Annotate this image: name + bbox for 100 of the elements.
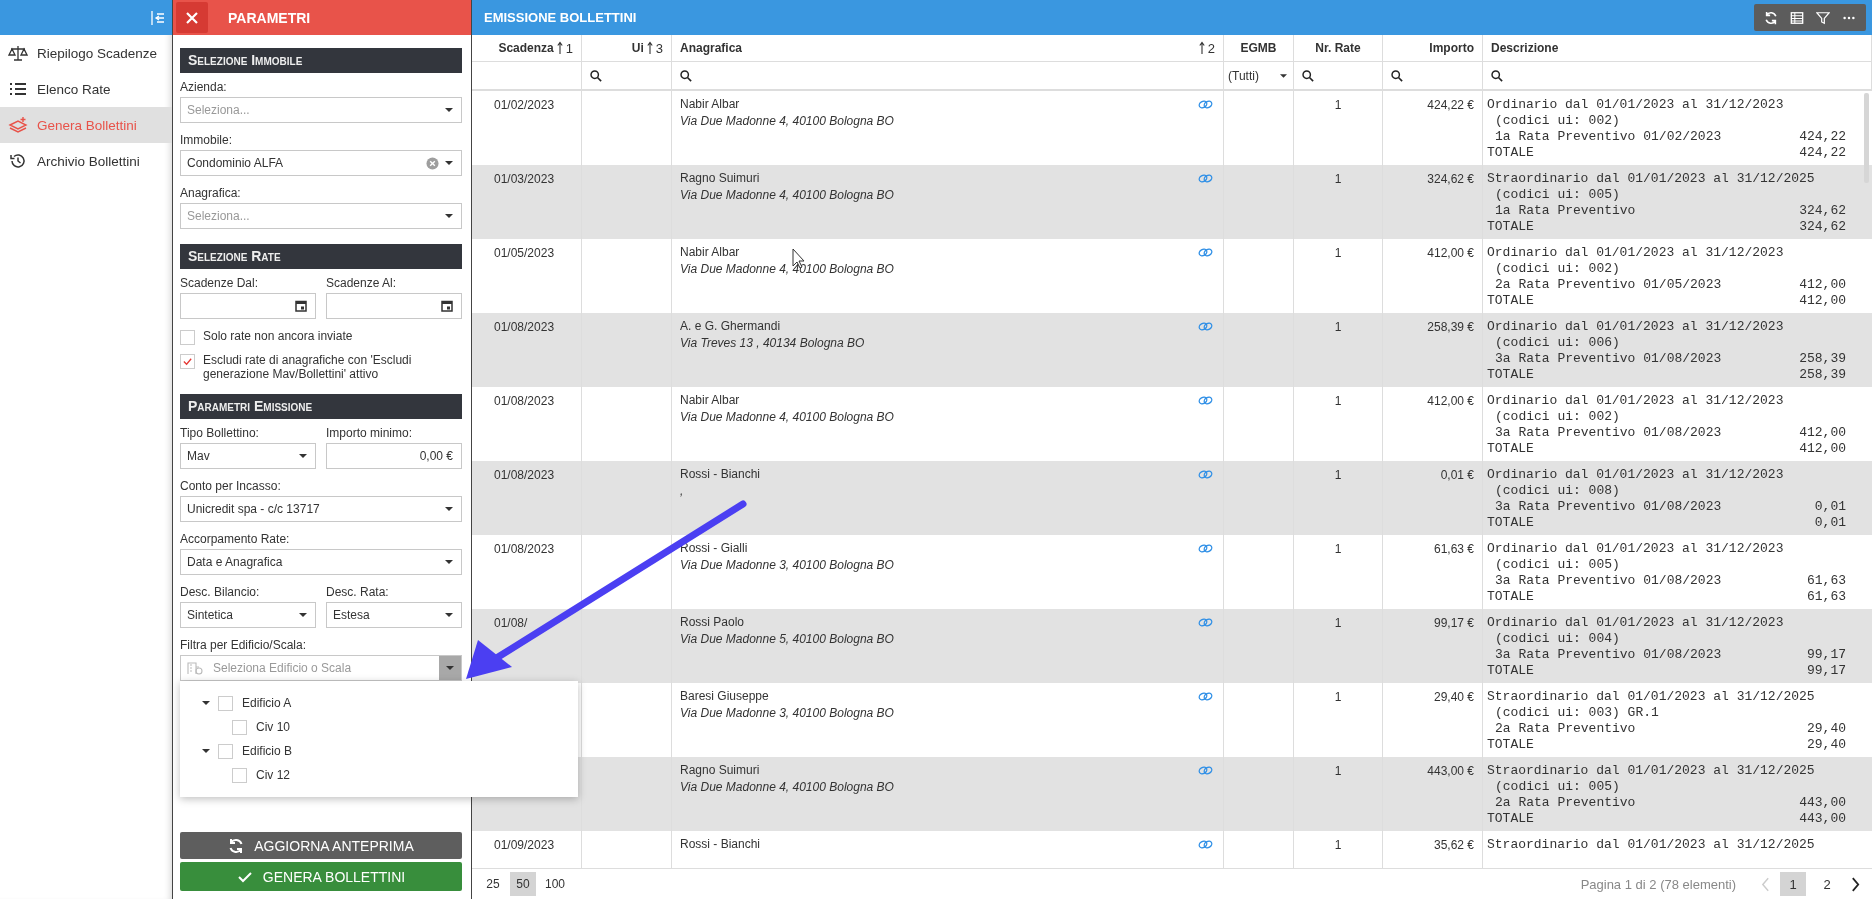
caret-icon[interactable] xyxy=(202,701,210,705)
date-field[interactable] xyxy=(180,293,316,319)
search-icon xyxy=(1491,69,1503,82)
link-icon[interactable] xyxy=(1198,543,1213,554)
link-icon[interactable] xyxy=(1198,247,1213,258)
link-icon[interactable] xyxy=(1198,839,1213,850)
table-cell: 35,62 € xyxy=(1433,838,1474,852)
description-line: 3a Rata Preventivo 01/08/2023 xyxy=(1494,499,1722,515)
column-title[interactable]: EGMB xyxy=(1240,41,1277,55)
field-label: Conto per Incasso: xyxy=(180,479,282,493)
select-field[interactable]: Estesa xyxy=(326,602,462,628)
description-line: (codici ui: 005) xyxy=(1494,187,1620,203)
checkbox[interactable] xyxy=(218,695,233,711)
caret-icon xyxy=(445,108,453,112)
page-button[interactable]: 2 xyxy=(1814,872,1840,896)
checkbox[interactable] xyxy=(180,354,195,369)
panel-title: PARAMETRI xyxy=(228,9,311,26)
refresh-button[interactable]: AGGIORNA ANTEPRIMA xyxy=(180,832,462,859)
column-title[interactable]: Descrizione xyxy=(1491,41,1559,55)
checkbox[interactable] xyxy=(218,743,233,759)
table-icon xyxy=(1790,10,1804,25)
link-icon[interactable] xyxy=(1198,321,1213,332)
select-field[interactable]: Condominio ALFA xyxy=(180,150,462,176)
calendar-icon[interactable] xyxy=(441,300,453,312)
description-line: Ordinario dal 01/01/2023 al 31/12/2023 xyxy=(1487,615,1784,631)
select-field[interactable]: Data e Anagrafica xyxy=(180,549,462,575)
description-line: 2a Rata Preventivo 01/05/2023 xyxy=(1494,277,1722,293)
column-title[interactable]: Scadenza xyxy=(498,41,554,55)
table-cell: 01/05/2023 xyxy=(494,246,555,260)
column-title[interactable]: Ui xyxy=(631,41,644,55)
description-line: TOTALE xyxy=(1487,737,1534,753)
contact-name: Rossi - Bianchi xyxy=(680,466,761,483)
checkbox[interactable] xyxy=(232,767,247,783)
table-row[interactable]: 01/08/ Rossi Paolo Via Due Madonne 5, 40100 Bologna BO 1 99,17 € Ordinario dal 01/01/2023 al 31/12/2023 (codici ui: 004) 3a Rata Preventivo 01/08/2023 99,17 TOTALE 99,17 xyxy=(472,609,1872,683)
collapse-icon[interactable] xyxy=(150,9,166,26)
refresh-icon xyxy=(228,837,245,854)
sidebar-item[interactable]: Elenco Rate xyxy=(0,71,172,107)
table-row[interactable]: Ragno Suimuri Via Due Madonne 4, 40100 Bologna BO 1 443,00 € Straordinario dal 01/01/2023 al 31/12/2025 (codici ui: 005) 2a Rata Preventivo 443,00 TOTALE 443,00 xyxy=(472,757,1872,831)
checkbox-label: Solo rate non ancora inviate xyxy=(203,329,353,343)
line-amount: 61,63 xyxy=(1807,589,1846,605)
input-field[interactable]: 0,00 € xyxy=(326,443,462,469)
checkbox[interactable] xyxy=(232,719,247,735)
link-icon[interactable] xyxy=(1198,691,1213,702)
select-field[interactable]: Unicredit spa - c/c 13717 xyxy=(180,496,462,522)
link-icon[interactable] xyxy=(1198,99,1213,110)
dropdown-button[interactable] xyxy=(439,656,461,680)
link-icon[interactable] xyxy=(1198,617,1213,628)
caret-icon[interactable] xyxy=(202,749,210,753)
search-icon xyxy=(1302,69,1314,82)
generate-button[interactable]: GENERA BOLLETTINI xyxy=(180,862,462,891)
close-button[interactable] xyxy=(176,2,208,33)
page-button[interactable]: 1 xyxy=(1780,872,1806,896)
column-title[interactable]: Nr. Rate xyxy=(1315,41,1361,55)
contact-address: Via Treves 13 , 40134 Bologna BO xyxy=(680,335,865,352)
caret-icon xyxy=(445,613,453,617)
table-row[interactable]: 01/08/2023 A. e G. Ghermandi Via Treves 13 , 40134 Bologna BO 1 258,39 € Ordinario dal 01/01/2023 al 31/12/2023 (codici ui: 006) 3a Rata Preventivo 01/08/2023 258,39 TOTALE 258,39 xyxy=(472,313,1872,387)
field-label: Desc. Bilancio: xyxy=(180,585,261,599)
table-cell: 1 xyxy=(1334,98,1342,112)
tree-item-label[interactable]: Edificio A xyxy=(242,696,292,710)
table-row[interactable]: 01/08/2023 Rossi - Bianchi , 1 0,01 € Ordinario dal 01/01/2023 al 31/12/2023 (codici ui: 008) 3a Rata Preventivo 01/08/2023 0,01 TOTALE 0,01 xyxy=(472,461,1872,535)
table-cell: 01/02/2023 xyxy=(494,98,555,112)
description-line: TOTALE xyxy=(1487,515,1534,531)
link-icon[interactable] xyxy=(1198,173,1213,184)
description-line: 3a Rata Preventivo 01/08/2023 xyxy=(1494,425,1722,441)
contact-name: Ragno Suimuri xyxy=(680,170,760,187)
column-title[interactable]: Importo xyxy=(1429,41,1474,55)
page-size-button[interactable]: 50 xyxy=(510,872,536,896)
table-cell: 1 xyxy=(1334,394,1342,408)
page-size-button[interactable]: 25 xyxy=(480,872,506,896)
calendar-icon[interactable] xyxy=(295,300,307,312)
description-line: (codici ui: 008) xyxy=(1494,483,1620,499)
check-icon xyxy=(182,356,193,367)
tree-item-label[interactable]: Civ 12 xyxy=(256,768,290,782)
refresh-icon xyxy=(1764,10,1778,25)
caret-icon xyxy=(1280,73,1287,78)
description-line: Straordinario dal 01/01/2023 al 31/12/2025 xyxy=(1487,837,1815,853)
table-cell: 424,22 € xyxy=(1427,98,1474,112)
select-field[interactable]: Mav xyxy=(180,443,316,469)
link-icon[interactable] xyxy=(1198,395,1213,406)
line-amount: 424,22 xyxy=(1799,129,1846,145)
description-line: TOTALE xyxy=(1487,811,1534,827)
link-icon[interactable] xyxy=(1198,765,1213,776)
sort-arrow-icon xyxy=(556,41,563,55)
table-cell: 01/08/2023 xyxy=(494,394,555,408)
link-icon[interactable] xyxy=(1198,469,1213,480)
table-row[interactable]: 01/03/2023 Ragno Suimuri Via Due Madonne 4, 40100 Bologna BO 1 324,62 € Straordinario dal 01/01/2023 al 31/12/2025 (codici ui: 005) 1a Rata Preventivo 324,62 TOTALE 324,62 xyxy=(472,165,1872,239)
tree-item-label[interactable]: Civ 10 xyxy=(256,720,290,734)
clear-icon[interactable] xyxy=(426,156,439,170)
select-field[interactable]: Sintetica xyxy=(180,602,316,628)
table-cell: 258,39 € xyxy=(1427,320,1474,334)
sidebar-item[interactable]: Riepilogo Scadenze xyxy=(0,35,172,71)
sidebar-item[interactable]: Archivio Bollettini xyxy=(0,143,172,179)
checkbox[interactable] xyxy=(180,330,195,345)
filter-select[interactable]: (Tutti) xyxy=(1224,62,1293,89)
column-title[interactable]: Anagrafica xyxy=(680,41,743,55)
tree-item-label[interactable]: Edificio B xyxy=(242,744,293,758)
date-field[interactable] xyxy=(326,293,462,319)
contact-address: Via Due Madonne 3, 40100 Bologna BO xyxy=(680,705,894,722)
page-size-button[interactable]: 100 xyxy=(540,872,571,896)
scrollbar[interactable] xyxy=(1864,93,1869,183)
